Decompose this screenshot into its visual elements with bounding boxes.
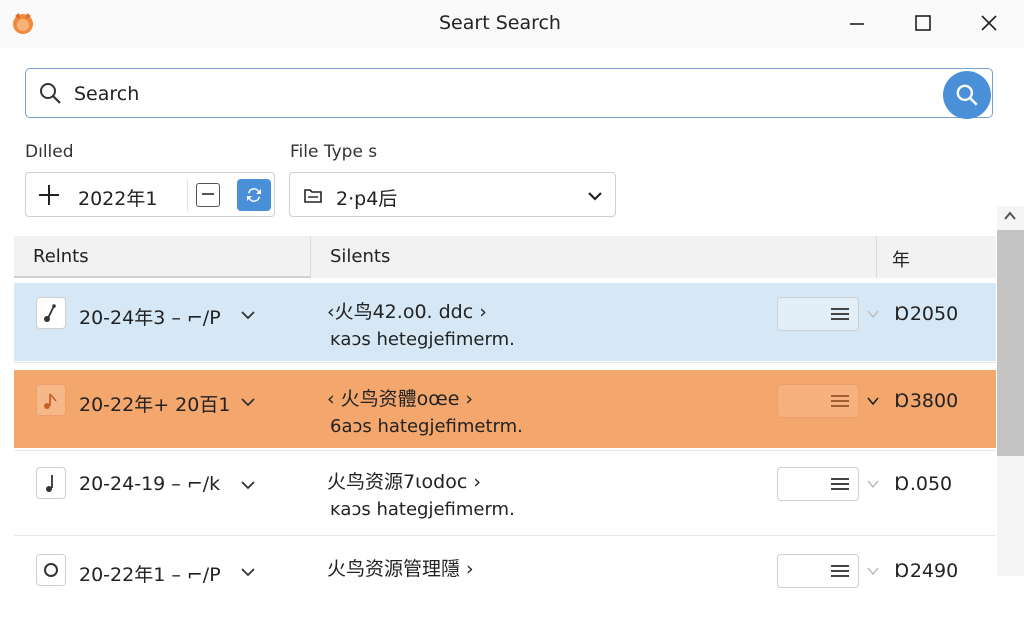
date-filter-label: Dılled [25, 142, 74, 162]
scroll-up-icon[interactable] [1002, 208, 1018, 224]
hamburger-icon [831, 483, 849, 485]
column-divider [310, 236, 311, 278]
row-menu-button[interactable] [777, 554, 859, 588]
row-menu-button[interactable] [777, 297, 859, 331]
row-date: 20-22年1 – ⌐/P [79, 564, 221, 586]
row-size: Ɒ.050 [895, 473, 953, 495]
table-row[interactable]: 20-24年3 – ⌐/P ‹火鸟42.o0. ddc › ĸaɔs heteg… [14, 283, 996, 361]
search-submit-button[interactable] [943, 71, 991, 119]
search-icon [40, 83, 61, 104]
table-row[interactable]: 20-24-19 – ⌐/k 火鸟资源7ιodoc › ĸaɔs hategje… [14, 453, 996, 531]
file-type-cell [36, 554, 66, 586]
chevron-down-icon[interactable] [240, 564, 256, 580]
chevron-down-icon[interactable] [866, 307, 880, 321]
title-bar: Seart Search [0, 0, 1024, 48]
sync-button[interactable] [237, 179, 271, 211]
row-description: 6aɔs hategjefimetrm. [330, 416, 523, 437]
file-type-cell [36, 384, 66, 416]
close-icon [981, 15, 997, 31]
divider [187, 179, 188, 211]
vertical-scrollbar[interactable] [997, 206, 1024, 576]
hamburger-icon [831, 565, 849, 567]
file-type-label: File Type s [290, 142, 378, 162]
hamburger-icon [831, 313, 849, 315]
file-type-cell [36, 297, 66, 329]
plus-icon[interactable] [36, 182, 62, 208]
music-note-icon [46, 475, 53, 492]
row-name[interactable]: 火鸟资源管理隱 › [327, 554, 474, 581]
close-button[interactable] [966, 8, 1012, 38]
row-menu-button[interactable] [777, 467, 859, 501]
hamburger-icon [831, 395, 849, 397]
row-date: 20-22年+ 20百1 [79, 394, 231, 416]
file-type-select[interactable]: 2·p4后 [289, 172, 616, 217]
hamburger-icon [831, 308, 849, 310]
maximize-button[interactable] [900, 8, 946, 38]
row-name[interactable]: ‹ 火鸟资體oœe › [327, 384, 473, 411]
row-name[interactable]: 火鸟资源7ιodoc › [327, 467, 481, 494]
hamburger-icon [831, 575, 849, 577]
hamburger-icon [831, 318, 849, 320]
music-note-icon [44, 304, 56, 322]
hamburger-icon [831, 488, 849, 490]
table-header: Relnts Silents 年 [14, 236, 996, 278]
chevron-down-icon[interactable] [866, 477, 880, 491]
chevron-down-icon [588, 192, 602, 201]
maximize-icon [915, 15, 931, 31]
row-date: 20-24年3 – ⌐/P [79, 307, 221, 329]
hamburger-icon [831, 570, 849, 572]
date-value[interactable]: 2022年1 [78, 184, 157, 211]
hamburger-icon [831, 400, 849, 402]
column-header-size[interactable]: 年 [892, 246, 910, 272]
hamburger-icon [831, 478, 849, 480]
search-icon [956, 84, 978, 106]
hamburger-icon [831, 405, 849, 407]
minimize-button[interactable] [834, 8, 880, 38]
sync-icon [247, 188, 261, 202]
search-input[interactable] [72, 77, 936, 111]
column-divider [876, 236, 877, 278]
row-divider [14, 535, 996, 536]
row-divider [14, 450, 996, 451]
row-size: Ɒ3800 [895, 390, 959, 412]
circle-icon [44, 563, 58, 577]
row-divider [14, 362, 996, 363]
row-description: ĸaɔs hetegjefimerm. [330, 329, 515, 350]
file-type-value: 2·p4后 [336, 188, 398, 210]
table-row[interactable]: 20-22年+ 20百1 ‹ 火鸟资體oœe › 6aɔs hategjefim… [14, 370, 996, 448]
column-header-name[interactable]: Silents [330, 246, 390, 267]
chevron-down-icon[interactable] [866, 394, 880, 408]
row-date: 20-24-19 – ⌐/k [79, 473, 221, 495]
minimize-icon [850, 23, 864, 25]
row-menu-button[interactable] [777, 384, 859, 418]
row-size: Ɒ2490 [895, 560, 959, 582]
file-type-cell [36, 467, 66, 499]
calendar-button[interactable] [196, 183, 220, 207]
chevron-down-icon[interactable] [240, 307, 256, 323]
row-description: ĸaɔs hategjefimerm. [330, 499, 515, 520]
sort-indicator [14, 276, 310, 278]
music-note-icon [44, 393, 57, 409]
column-header-results[interactable]: Relnts [33, 246, 89, 267]
chevron-down-icon[interactable] [240, 477, 256, 493]
row-size: Ɒ2050 [895, 303, 959, 325]
file-type-icon [304, 189, 322, 203]
search-box [25, 68, 993, 118]
date-filter: 2022年1 [25, 172, 275, 217]
table-row[interactable]: 20-22年1 – ⌐/P 火鸟资源管理隱 › Ɒ2490 [14, 540, 996, 618]
row-name[interactable]: ‹火鸟42.o0. ddc › [327, 297, 487, 324]
chevron-down-icon[interactable] [240, 394, 256, 410]
scrollbar-thumb[interactable] [997, 230, 1024, 456]
